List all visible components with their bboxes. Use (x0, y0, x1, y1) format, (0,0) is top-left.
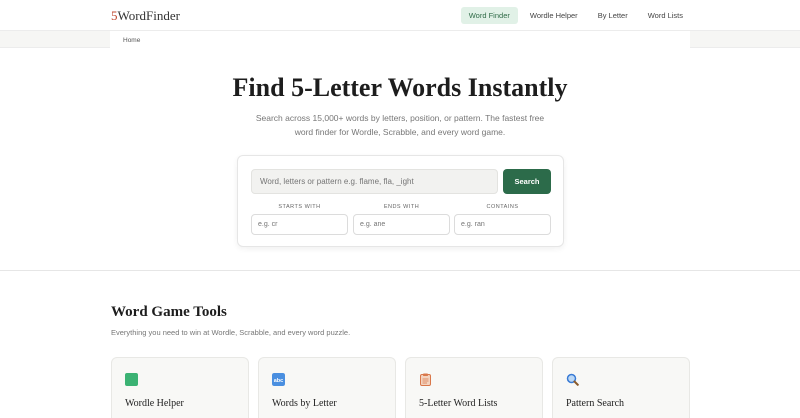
tool-card-words-by-letter[interactable]: abc Words by Letter (258, 357, 396, 418)
magnifier-icon (566, 373, 579, 386)
tools-section-title: Word Game Tools (111, 304, 227, 320)
tool-card-title: Wordle Helper (125, 398, 184, 409)
tools-section-subtitle: Everything you need to win at Wordle, Sc… (111, 328, 351, 337)
abc-icon: abc (272, 373, 285, 386)
clipboard-icon (420, 373, 431, 386)
hero-subtitle: Search across 15,000+ words by letters, … (255, 113, 545, 137)
starts-with-label: STARTS WITH (278, 204, 321, 210)
nav-link-wordle-helper[interactable]: Wordle Helper (522, 7, 586, 24)
tool-card-title: Words by Letter (272, 398, 337, 409)
search-button[interactable]: Search (503, 169, 551, 194)
svg-text:abc: abc (274, 378, 283, 384)
green-square-icon (125, 373, 138, 386)
section-divider (0, 270, 800, 271)
search-card: Search STARTS WITH ENDS WITH CONTAINS (237, 155, 564, 247)
tool-card-title: Pattern Search (566, 398, 625, 409)
ends-with-input[interactable] (353, 214, 450, 235)
logo-word: WordFinder (117, 8, 181, 23)
starts-with-input[interactable] (251, 214, 348, 235)
breadcrumb: Home (110, 31, 690, 48)
nav-link-word-finder[interactable]: Word Finder (460, 7, 518, 24)
top-navbar: 5WordFinder Word Finder Wordle Helper By… (0, 0, 800, 31)
hero-title: Find 5-Letter Words Instantly (232, 73, 568, 102)
site-logo[interactable]: 5WordFinder (111, 8, 180, 24)
nav-links: Word Finder Wordle Helper By Letter Word… (460, 7, 691, 24)
breadcrumb-bar: Home (0, 31, 800, 48)
breadcrumb-home[interactable]: Home (123, 37, 140, 44)
nav-link-word-lists[interactable]: Word Lists (640, 7, 691, 24)
nav-link-by-letter[interactable]: By Letter (590, 7, 636, 24)
search-input[interactable] (251, 169, 498, 194)
tool-card-title: 5-Letter Word Lists (419, 398, 498, 409)
tool-card-word-lists[interactable]: 5-Letter Word Lists (405, 357, 543, 418)
contains-label: CONTAINS (486, 204, 519, 210)
tool-card-pattern-search[interactable]: Pattern Search (552, 357, 690, 418)
tool-card-wordle-helper[interactable]: Wordle Helper (111, 357, 249, 418)
ends-with-label: ENDS WITH (383, 204, 420, 210)
contains-input[interactable] (454, 214, 551, 235)
